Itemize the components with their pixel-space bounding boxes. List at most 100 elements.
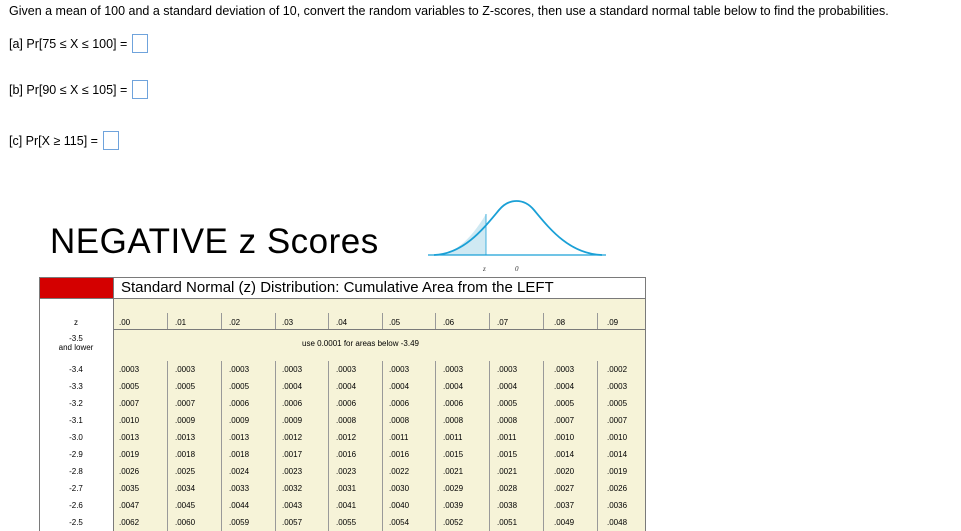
answer-a-input[interactable] — [132, 34, 149, 53]
table-cell: .0009 — [229, 416, 250, 425]
table-cell: .0010 — [607, 433, 628, 442]
table-cell: .0004 — [497, 382, 518, 391]
table-cell: .0010 — [554, 433, 575, 442]
table-cell: .0020 — [554, 467, 575, 476]
table-cell: .0015 — [497, 450, 518, 459]
table-cell: .0036 — [607, 501, 628, 510]
row-z-label: -3.3 — [69, 382, 83, 391]
table-cell: .0041 — [336, 501, 357, 510]
table-cell: .0006 — [389, 399, 410, 408]
table-cell: .0011 — [497, 433, 517, 442]
table-cell: .0055 — [336, 518, 357, 527]
column-divider — [435, 361, 436, 531]
table-cell: .0019 — [607, 467, 628, 476]
column-divider — [328, 361, 329, 531]
table-cell: .0019 — [119, 450, 140, 459]
table-cell: .0027 — [554, 484, 575, 493]
row-z-label: -3.0 — [69, 433, 83, 442]
column-divider — [275, 313, 276, 329]
table-cell: .0007 — [607, 416, 628, 425]
table-cell: .0033 — [229, 484, 250, 493]
table-cell: .0011 — [443, 433, 463, 442]
column-divider — [382, 313, 383, 329]
table-cell: .0006 — [336, 399, 357, 408]
row-z-label: -2.8 — [69, 467, 83, 476]
table-cell: .0054 — [389, 518, 410, 527]
table-cell: .0029 — [443, 484, 464, 493]
table-cell: .0026 — [119, 467, 140, 476]
table-cell: .0022 — [389, 467, 410, 476]
table-cell: .0002 — [607, 365, 628, 374]
table-cell: .0008 — [336, 416, 357, 425]
table-cell: .0025 — [175, 467, 196, 476]
table-cell: .0013 — [229, 433, 250, 442]
column-header: .02 — [229, 318, 241, 327]
table-cell: .0038 — [497, 501, 518, 510]
table-cell: .0009 — [175, 416, 196, 425]
table-cell: .0024 — [229, 467, 250, 476]
column-header: .00 — [119, 318, 131, 327]
table-cell: .0030 — [389, 484, 410, 493]
table-cell: .0021 — [443, 467, 464, 476]
column-divider — [489, 313, 490, 329]
table-cell: .0026 — [607, 484, 628, 493]
table-cell: .0017 — [282, 450, 303, 459]
table-cell: .0051 — [497, 518, 518, 527]
table-cell: .0009 — [282, 416, 303, 425]
first-row-label-1: -3.5 — [69, 334, 83, 343]
table-cell: .0035 — [119, 484, 140, 493]
table-cell: .0062 — [119, 518, 140, 527]
data-area — [113, 299, 645, 531]
table-cell: .0018 — [175, 450, 196, 459]
table-body: z -3.5 and lower use 0.0001 for areas be… — [40, 299, 645, 531]
table-cell: .0028 — [497, 484, 518, 493]
answer-c-input[interactable] — [102, 131, 119, 150]
table-cell: .0016 — [336, 450, 357, 459]
header-red-block — [40, 278, 114, 298]
table-cell: .0059 — [229, 518, 250, 527]
table-cell: .0003 — [175, 365, 196, 374]
table-cell: .0003 — [282, 365, 303, 374]
table-cell: .0039 — [443, 501, 464, 510]
table-cell: .0014 — [607, 450, 628, 459]
column-divider — [221, 361, 222, 531]
answer-b-input[interactable] — [132, 80, 149, 99]
question-a: [a] Pr[75 ≤ X ≤ 100] = — [9, 34, 149, 53]
table-cell: .0007 — [119, 399, 140, 408]
table-cell: .0010 — [119, 416, 140, 425]
column-divider — [489, 361, 490, 531]
column-header: .05 — [389, 318, 401, 327]
table-cell: .0032 — [282, 484, 303, 493]
table-cell: .0034 — [175, 484, 196, 493]
column-header: .06 — [443, 318, 455, 327]
table-cell: .0031 — [336, 484, 357, 493]
table-cell: .0023 — [336, 467, 357, 476]
row-z-label: -2.9 — [69, 450, 83, 459]
table-cell: .0012 — [336, 433, 357, 442]
question-b: [b] Pr[90 ≤ X ≤ 105] = — [9, 80, 149, 99]
row-z-label: -3.4 — [69, 365, 83, 374]
table-cell: .0012 — [282, 433, 303, 442]
column-divider — [275, 361, 276, 531]
column-divider — [543, 313, 544, 329]
column-header: .09 — [607, 318, 619, 327]
z-table: Standard Normal (z) Distribution: Cumula… — [39, 277, 646, 531]
table-cell: .0043 — [282, 501, 303, 510]
table-cell: .0014 — [554, 450, 575, 459]
table-cell: .0003 — [554, 365, 575, 374]
table-cell: .0005 — [554, 399, 575, 408]
column-divider — [167, 361, 168, 531]
table-cell: .0015 — [443, 450, 464, 459]
table-cell: .0003 — [607, 382, 628, 391]
question-c: [c] Pr[X ≥ 115] = — [9, 131, 119, 150]
column-header: .08 — [554, 318, 566, 327]
row-z-label: -2.7 — [69, 484, 83, 493]
normal-curve-icon: z 0 — [428, 200, 606, 273]
row-z-label: -3.2 — [69, 399, 83, 408]
column-header: .01 — [175, 318, 187, 327]
z-column-header: z — [74, 318, 78, 327]
column-divider — [543, 361, 544, 531]
table-cell: .0005 — [175, 382, 196, 391]
table-cell: .0005 — [229, 382, 250, 391]
table-cell: .0004 — [443, 382, 464, 391]
